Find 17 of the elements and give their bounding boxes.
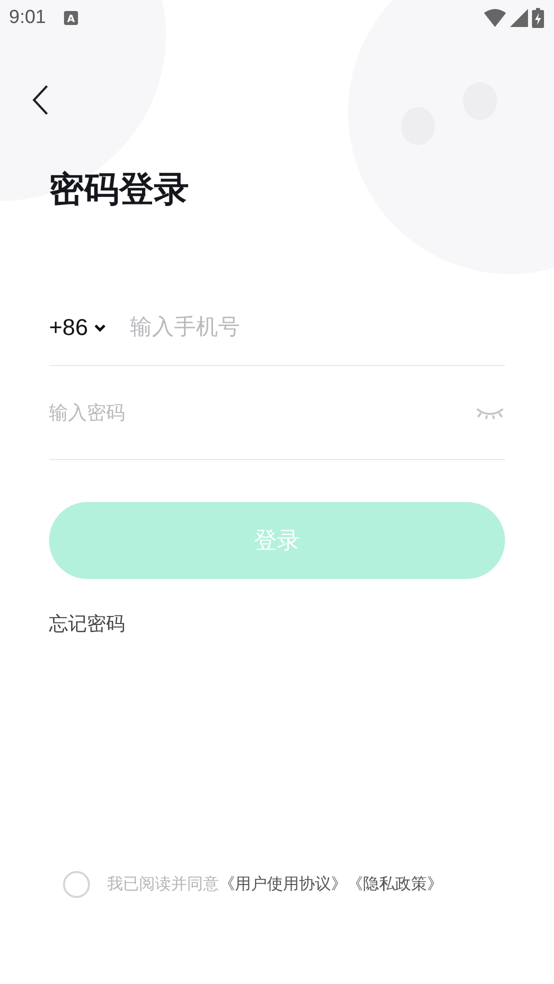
- wifi-icon: [484, 9, 506, 27]
- agreement-text: 我已阅读并同意: [107, 874, 219, 895]
- phone-input-field[interactable]: 输入手机号: [130, 308, 505, 348]
- country-code-dropdown[interactable]: +86: [49, 314, 106, 341]
- agreement-link[interactable]: 《隐私政策》: [347, 874, 443, 895]
- keyboard-a-icon: A: [64, 11, 78, 25]
- page-title: 密码登录: [49, 169, 189, 212]
- chevron-down-icon: [94, 324, 106, 332]
- agreement-link[interactable]: 《用户使用协议》: [219, 874, 347, 895]
- back-button[interactable]: [32, 84, 50, 116]
- signal-icon: [510, 9, 528, 27]
- battery-icon: [532, 8, 544, 28]
- agreement-checkbox[interactable]: [63, 871, 90, 898]
- status-time: 9:01: [9, 7, 46, 29]
- forgot-password-link[interactable]: 忘记密码: [49, 611, 125, 637]
- password-input-field[interactable]: 输入密码: [49, 392, 475, 432]
- eye-closed-icon[interactable]: [475, 406, 505, 420]
